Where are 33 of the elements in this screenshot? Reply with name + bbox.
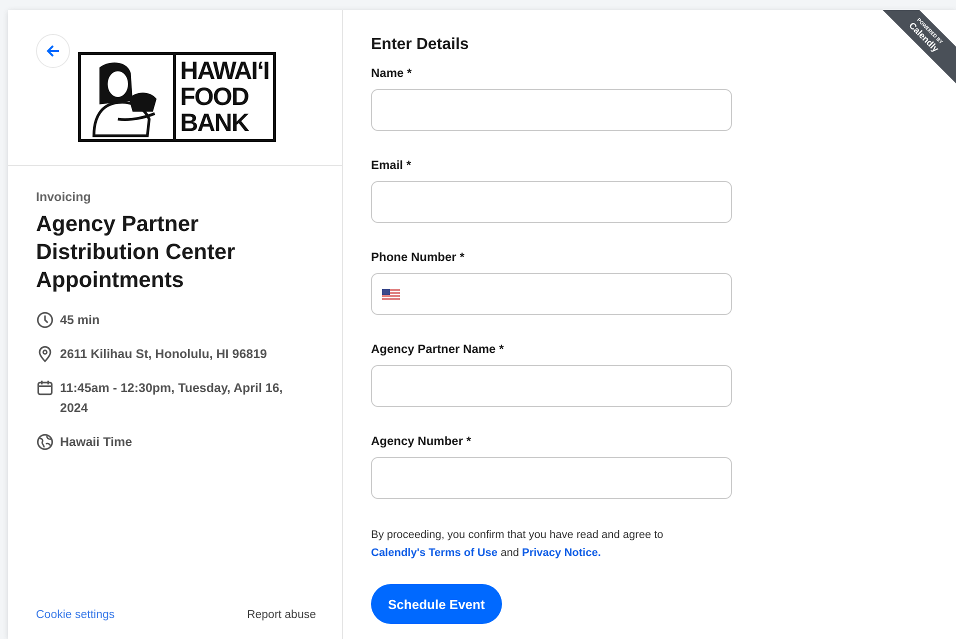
event-title: Agency Partner Distribution Center Appointments (36, 210, 236, 294)
back-button[interactable] (36, 34, 70, 68)
event-detail: 45 min (60, 312, 101, 329)
logo-text: FOOD (180, 84, 250, 110)
logo-text: BANK (180, 110, 250, 136)
field-label: Phone Number * (371, 250, 466, 264)
phone-field[interactable] (371, 273, 732, 315)
privacy-link[interactable]: Privacy Notice. (522, 547, 601, 559)
globe-icon (36, 433, 54, 451)
terms-link[interactable]: Calendly's Terms of Use (371, 547, 498, 559)
schedule-event-button[interactable]: Schedule Event (371, 584, 502, 624)
flag-icon (382, 288, 400, 300)
event-detail: Hawaii Time (60, 434, 134, 451)
event-detail: 2611 Kilihau St, Honolulu, HI 96819 (60, 346, 268, 363)
consent-text: By proceeding, you confirm that you have read and agree to Calendly's Terms of Use and Privacy Notice. (371, 528, 664, 561)
form-heading: Enter Details (371, 36, 469, 54)
event-detail: 11:45am - 12:30pm, Tuesday, April 16, 2024 (60, 380, 284, 417)
calendar-icon (36, 379, 54, 397)
clock-icon (36, 311, 54, 329)
input-field[interactable] (371, 457, 732, 499)
organizer-name: Invoicing (36, 190, 92, 204)
cookie-settings-link[interactable]: Cookie settings (36, 609, 115, 621)
field-label: Agency Partner Name * (371, 342, 505, 356)
input-field[interactable] (371, 89, 732, 131)
location-pin-icon (36, 345, 54, 363)
report-abuse-link[interactable]: Report abuse (246, 609, 316, 621)
back-arrow-icon (45, 43, 61, 59)
field-label: Agency Number * (371, 434, 472, 448)
logo-text: HAWAIʻI (180, 58, 269, 84)
field-label: Name * (371, 66, 413, 80)
input-field[interactable] (371, 365, 732, 407)
field-label: Email * (371, 158, 412, 172)
input-field[interactable] (371, 181, 732, 223)
